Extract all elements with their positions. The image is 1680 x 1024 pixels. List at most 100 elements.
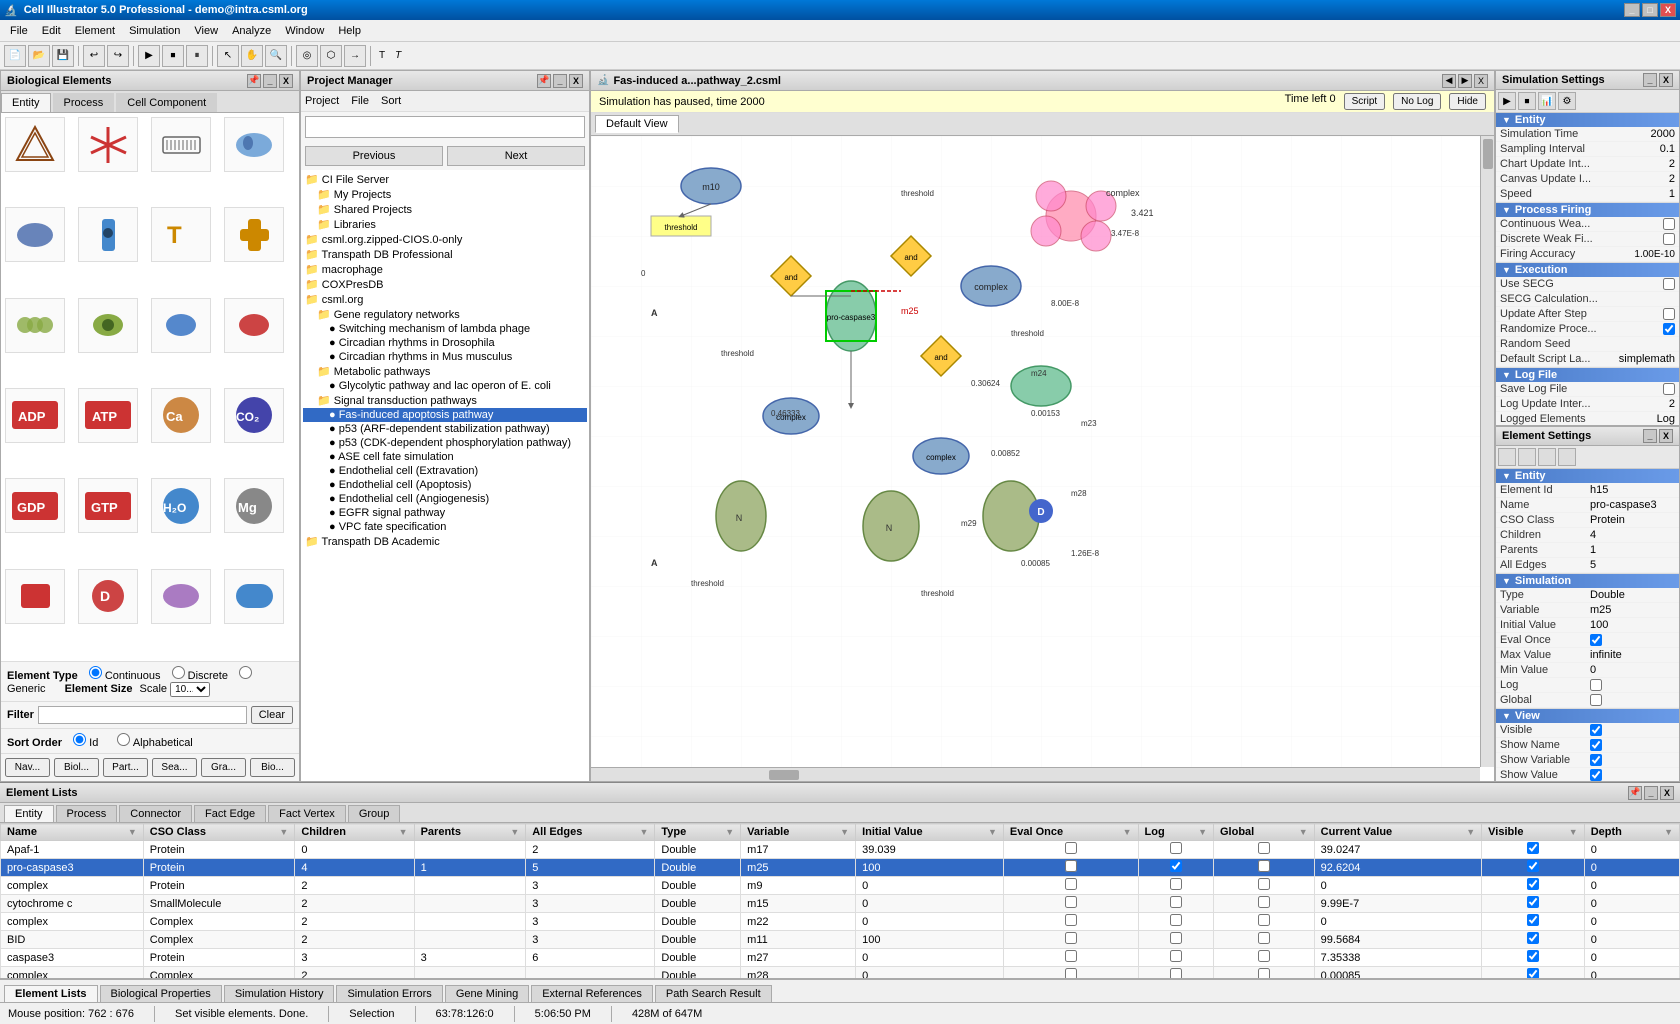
sim-panel-close[interactable]: X [1659, 73, 1673, 87]
row-eval-once[interactable] [1065, 968, 1077, 978]
bottom-tab-gene-mining[interactable]: Gene Mining [445, 985, 529, 1002]
menu-simulation[interactable]: Simulation [123, 23, 186, 39]
bio-item-extra1[interactable] [5, 569, 65, 624]
canvas-close[interactable]: X [1474, 74, 1488, 88]
maximize-button[interactable]: □ [1642, 3, 1658, 17]
tree-egfr[interactable]: ● EGFR signal pathway [303, 506, 587, 520]
hide-button[interactable]: Hide [1449, 93, 1486, 110]
tree-endothelial-ext[interactable]: ● Endothelial cell (Extravation) [303, 464, 587, 478]
row-eval-once[interactable] [1065, 860, 1077, 872]
row-log[interactable] [1170, 968, 1182, 978]
bio-item-co2[interactable]: CO₂ [224, 388, 284, 443]
row-log[interactable] [1170, 914, 1182, 926]
sim-chart-btn[interactable]: 📊 [1538, 92, 1556, 110]
canvas-nav-right[interactable]: ▶ [1458, 74, 1472, 88]
canvas-hscrollbar[interactable] [591, 767, 1480, 781]
filter-clear-button[interactable]: Clear [251, 706, 293, 724]
col-type[interactable]: Type ▼ [655, 824, 741, 841]
row-log[interactable] [1170, 950, 1182, 962]
col-cso-class[interactable]: CSO Class ▼ [143, 824, 295, 841]
sim-exec-header[interactable]: Execution [1496, 263, 1679, 277]
toolbar-select[interactable]: ↖ [217, 45, 239, 67]
tree-endothelial-apo[interactable]: ● Endothelial cell (Apoptosis) [303, 478, 587, 492]
default-view-tab[interactable]: Default View [595, 115, 679, 133]
row-log[interactable] [1170, 878, 1182, 890]
biol-button[interactable]: Biol... [54, 758, 99, 777]
sim-secg-check[interactable] [1663, 278, 1675, 290]
nav-button[interactable]: Nav... [5, 758, 50, 777]
row-log[interactable] [1170, 932, 1182, 944]
sim-update-after-check[interactable] [1663, 308, 1675, 320]
bio-item-4[interactable] [224, 117, 284, 172]
col-variable[interactable]: Variable ▼ [741, 824, 856, 841]
toolbar-stop[interactable]: ⏹ [162, 45, 184, 67]
bottom-tab-path-search[interactable]: Path Search Result [655, 985, 772, 1002]
tree-vpc[interactable]: ● VPC fate specification [303, 520, 587, 534]
type-generic-radio[interactable] [239, 666, 252, 679]
toolbar-move[interactable]: ✋ [241, 45, 263, 67]
sim-log-header[interactable]: Log File [1496, 368, 1679, 382]
elem-eval-once-check[interactable] [1590, 634, 1602, 646]
row-global[interactable] [1258, 932, 1270, 944]
el-panel-close[interactable]: X [1660, 786, 1674, 800]
row-visible[interactable] [1527, 932, 1539, 944]
sim-settings-icon[interactable]: ⚙ [1558, 92, 1576, 110]
sim-randomize-check[interactable] [1663, 323, 1675, 335]
elem-show-var-check[interactable] [1590, 754, 1602, 766]
col-parents[interactable]: Parents ▼ [414, 824, 526, 841]
el-tab-fact-edge[interactable]: Fact Edge [194, 805, 266, 822]
elem-global-check[interactable] [1590, 694, 1602, 706]
elem-show-val-check[interactable] [1590, 769, 1602, 781]
bio-panel-pin[interactable]: 📌 [247, 74, 261, 88]
type-continuous-label[interactable]: Continuous [89, 670, 161, 682]
el-tab-process[interactable]: Process [56, 805, 118, 822]
sort-id-label[interactable]: Id [73, 737, 98, 749]
row-eval-once[interactable] [1065, 914, 1077, 926]
row-global[interactable] [1258, 950, 1270, 962]
elem-visible-check[interactable] [1590, 724, 1602, 736]
close-button[interactable]: X [1660, 3, 1676, 17]
row-global[interactable] [1258, 896, 1270, 908]
tree-shared-projects[interactable]: 📁 Shared Projects [303, 202, 587, 217]
row-global[interactable] [1258, 860, 1270, 872]
bottom-tab-bio-properties[interactable]: Biological Properties [100, 985, 222, 1002]
bio-item-h2o[interactable]: H₂O [151, 478, 211, 533]
bio-panel-close[interactable]: X [279, 74, 293, 88]
row-log[interactable] [1170, 842, 1182, 854]
bio-item-5[interactable] [5, 207, 65, 262]
toolbar-undo[interactable]: ↩ [83, 45, 105, 67]
elem-show-name-check[interactable] [1590, 739, 1602, 751]
el-tab-entity[interactable]: Entity [4, 805, 54, 822]
bio-item-extra2[interactable]: D [78, 569, 138, 624]
toolbar-add-edge[interactable]: → [344, 45, 366, 67]
row-eval-once[interactable] [1065, 950, 1077, 962]
el-panel-pin[interactable]: 📌 [1628, 786, 1642, 800]
bio-item-mg[interactable]: Mg [224, 478, 284, 533]
tree-p53-arf[interactable]: ● p53 (ARF-dependent stabilization pathw… [303, 422, 587, 436]
bio-item-gdp[interactable]: GDP [5, 478, 65, 533]
row-eval-once[interactable] [1065, 878, 1077, 890]
scale-select[interactable]: 10... [170, 682, 210, 697]
toolbar-redo[interactable]: ↪ [107, 45, 129, 67]
menu-window[interactable]: Window [279, 23, 330, 39]
el-tab-group[interactable]: Group [348, 805, 401, 822]
col-depth[interactable]: Depth ▼ [1584, 824, 1679, 841]
tree-ci-file-server[interactable]: 📁 CI File Server [303, 172, 587, 187]
bio-item-6[interactable] [78, 207, 138, 262]
toolbar-zoom[interactable]: 🔍 [265, 45, 287, 67]
prev-button[interactable]: Previous [305, 146, 443, 166]
sim-continuous-check[interactable] [1663, 218, 1675, 230]
tab-cell-component[interactable]: Cell Component [116, 93, 217, 112]
bio-item-9[interactable] [5, 298, 65, 353]
menu-file[interactable]: File [4, 23, 34, 39]
bio-item-gtp[interactable]: GTP [78, 478, 138, 533]
type-discrete-label[interactable]: Discrete [172, 670, 228, 682]
bio-item-ca[interactable]: Ca [151, 388, 211, 443]
sim-save-log-check[interactable] [1663, 383, 1675, 395]
tree-signal[interactable]: 📁 Signal transduction pathways [303, 393, 587, 408]
row-global[interactable] [1258, 842, 1270, 854]
sim-run-btn[interactable]: ▶ [1498, 92, 1516, 110]
elem-panel-close[interactable]: X [1659, 429, 1673, 443]
project-panel-pin[interactable]: 📌 [537, 74, 551, 88]
bio-item-7[interactable]: T [151, 207, 211, 262]
